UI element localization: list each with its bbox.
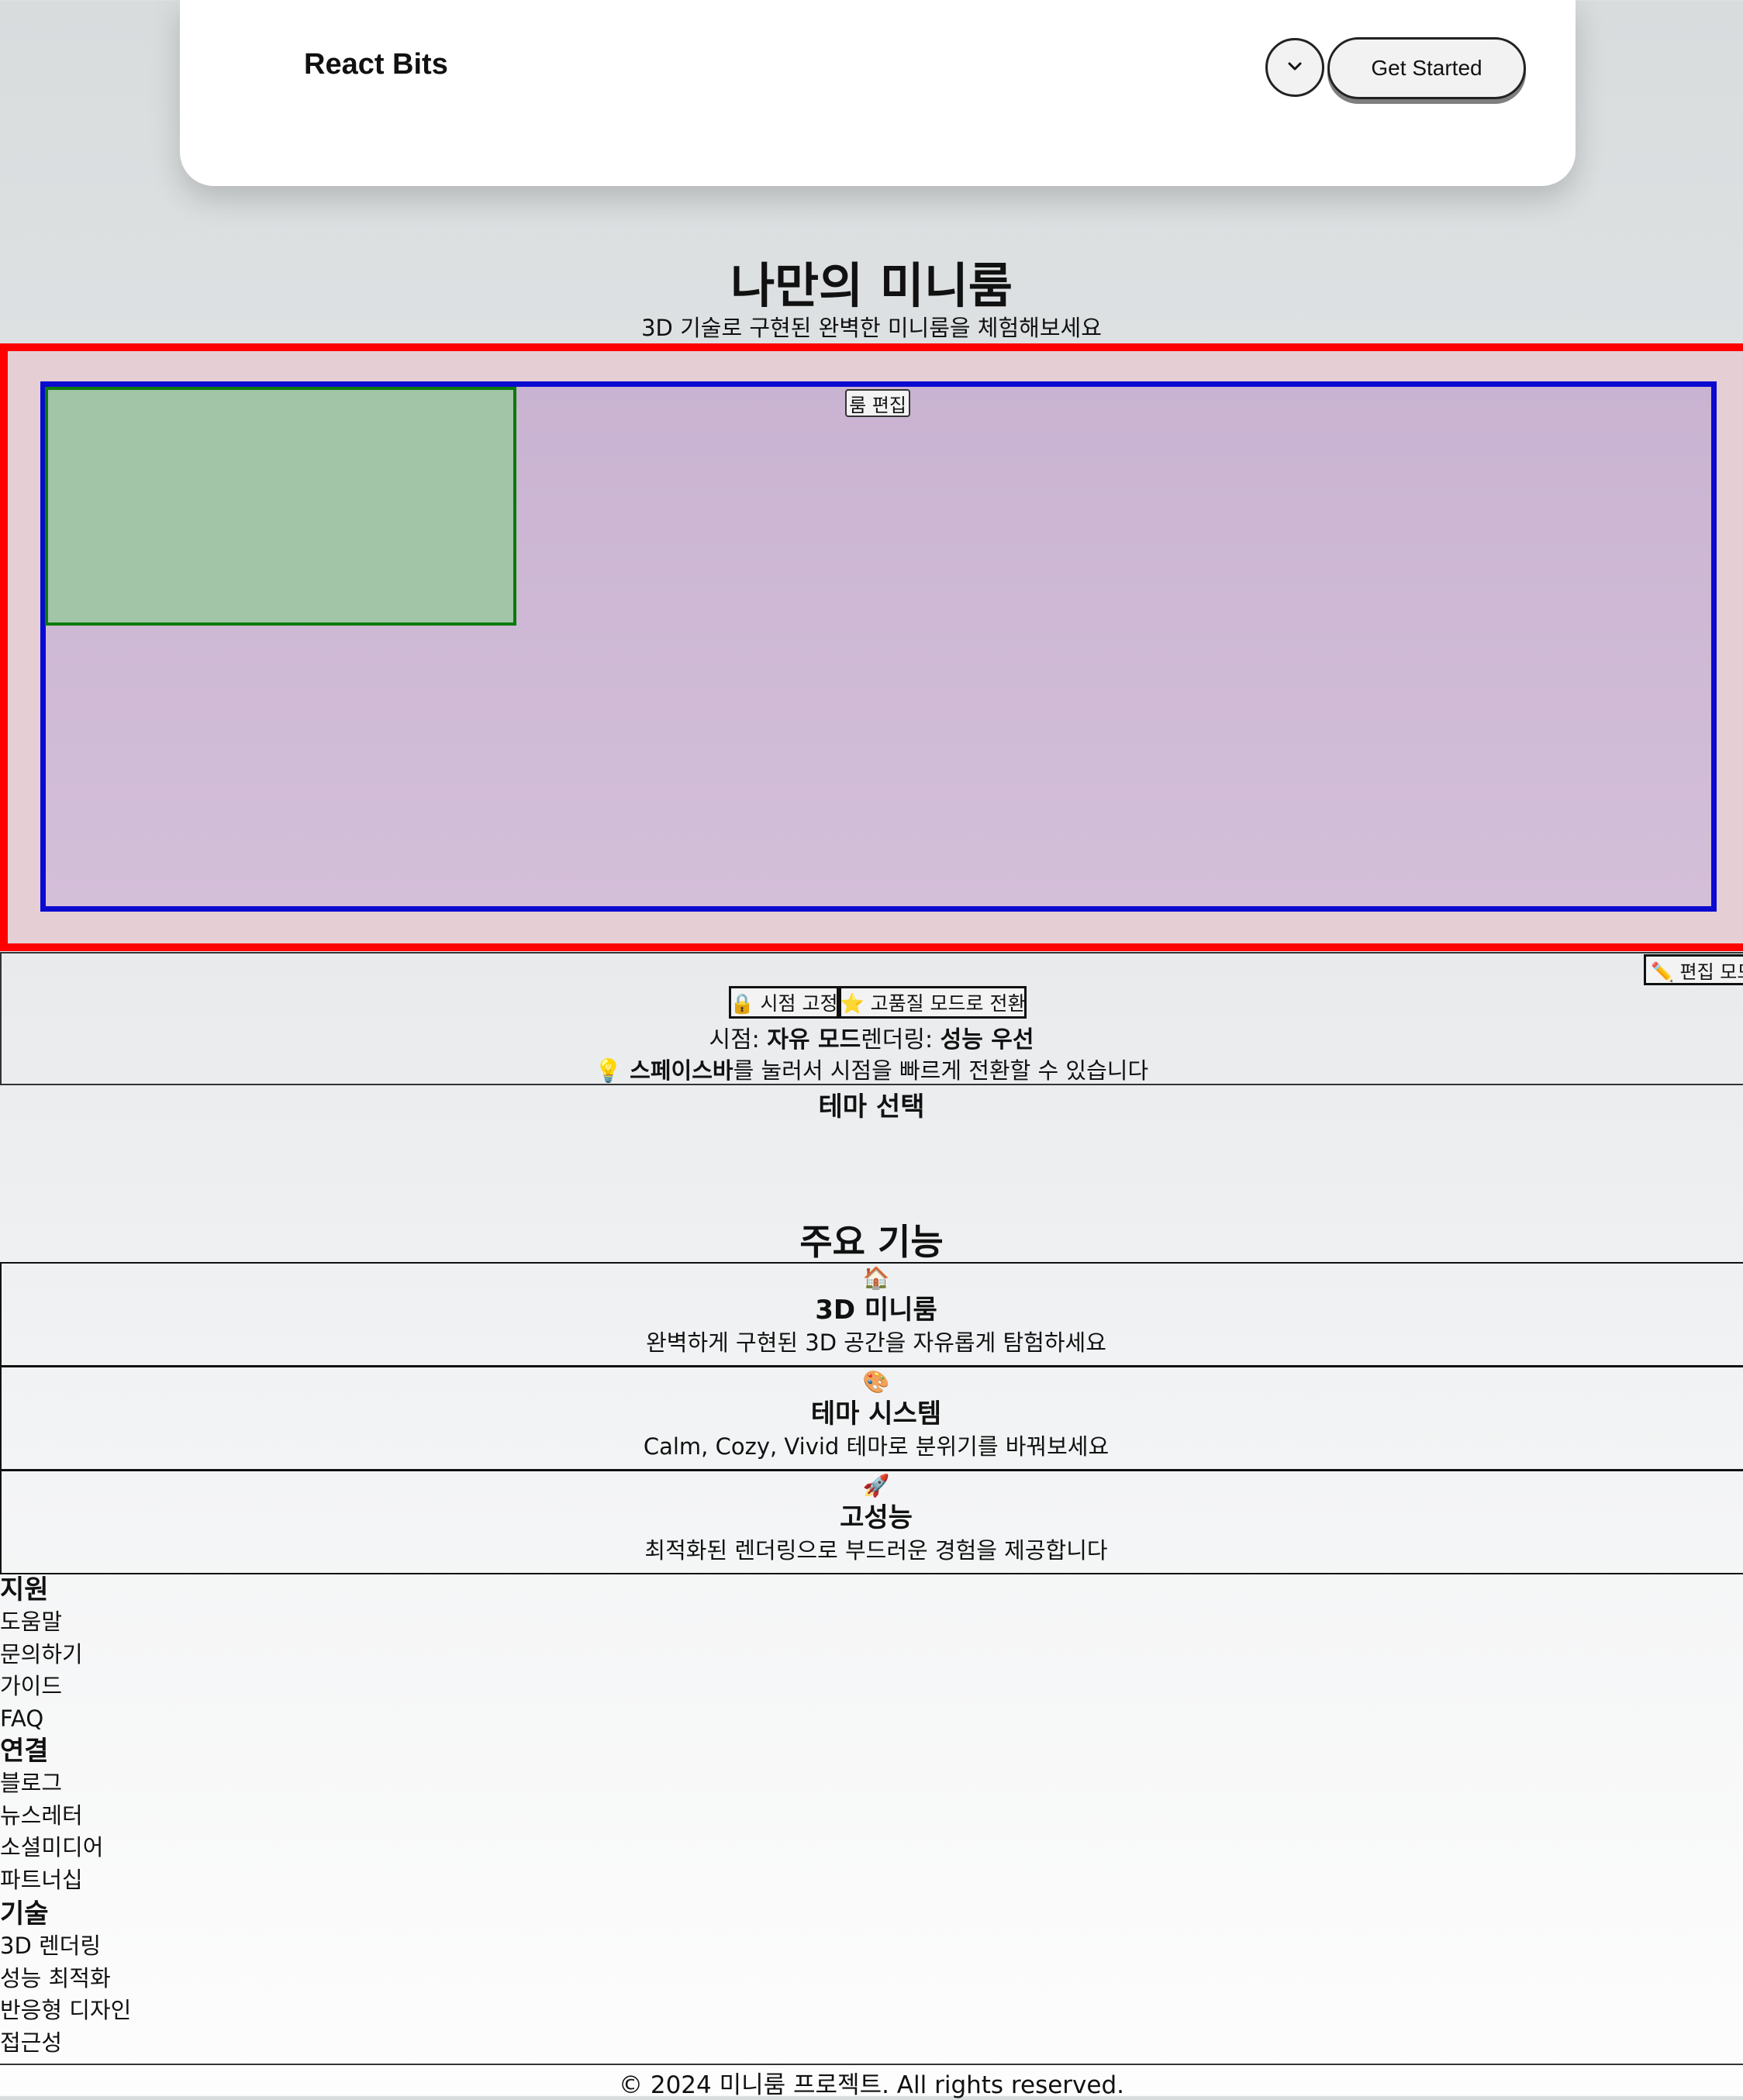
feature-description: Calm, Cozy, Vivid 테마로 분위기를 바꿔보세요 — [643, 1433, 1110, 1460]
footer-column-title: 기술 — [0, 1898, 49, 1929]
footer-link-faq[interactable]: FAQ — [0, 1703, 83, 1736]
footer-link-3d-rendering[interactable]: 3D 렌더링 — [0, 1930, 131, 1963]
tip-key: 스페이스바 — [630, 1057, 733, 1084]
feature-description: 최적화된 렌더링으로 부드러운 경험을 제공합니다 — [644, 1537, 1108, 1564]
footer-link-contact[interactable]: 문의하기 — [0, 1639, 83, 1671]
feature-card-3d-room: 🏠 3D 미니룸 완벽하게 구현된 3D 공간을 자유롭게 탐험하세요 — [0, 1262, 1743, 1367]
theme-section-title: 테마 선택 — [818, 1091, 925, 1122]
footer-link-guide[interactable]: 가이드 — [0, 1671, 83, 1703]
footer-column-support: 지원 도움말 문의하기 가이드 FAQ — [0, 1574, 83, 1735]
lightbulb-icon: 💡 — [594, 1057, 623, 1084]
room-object-box[interactable] — [45, 387, 516, 626]
palette-icon: 🎨 — [862, 1369, 890, 1395]
footer-column-connect: 연결 블로그 뉴스레터 소셜미디어 파트너십 — [0, 1735, 103, 1896]
footer-column-title: 지원 — [0, 1574, 49, 1605]
feature-card-theme-system: 🎨 테마 시스템 Calm, Cozy, Vivid 테마로 분위기를 바꿔보세… — [0, 1366, 1743, 1471]
tip-line: 💡 스페이스바를 눌러서 시점을 빠르게 전환할 수 있습니다 — [0, 1053, 1743, 1085]
view-status-value: 자유 모드 — [767, 1026, 861, 1053]
feature-card-performance: 🚀 고성능 최적화된 렌더링으로 부드러운 경험을 제공합니다 — [0, 1470, 1743, 1574]
footer-link-blog[interactable]: 블로그 — [0, 1767, 103, 1800]
footer-link-newsletter[interactable]: 뉴스레터 — [0, 1800, 103, 1833]
status-line: 시점: 자유 모드렌더링: 성능 우선 — [0, 1020, 1743, 1054]
feature-title: 고성능 — [840, 1502, 913, 1533]
footer-link-performance[interactable]: 성능 최적화 — [0, 1963, 131, 1995]
copyright-text: © 2024 미니룸 프로젝트. All rights reserved. — [619, 2071, 1124, 2099]
feature-description: 완벽하게 구현된 3D 공간을 자유롭게 탐험하세요 — [646, 1329, 1106, 1356]
render-status-label: 렌더링: — [861, 1026, 941, 1053]
footer-column-title: 연결 — [0, 1736, 49, 1767]
footer-link-social[interactable]: 소셜미디어 — [0, 1832, 103, 1864]
rocket-icon: 🚀 — [862, 1473, 890, 1498]
brand-logo-text[interactable]: React Bits — [304, 48, 448, 81]
view-status-label: 시점: — [709, 1026, 768, 1053]
get-started-button[interactable]: Get Started — [1327, 37, 1526, 99]
tip-text: 를 눌러서 시점을 빠르게 전환할 수 있습니다 — [733, 1057, 1149, 1084]
footer-link-partnership[interactable]: 파트너십 — [0, 1864, 103, 1897]
render-status-value: 성능 우선 — [940, 1026, 1034, 1053]
page-title: 나만의 미니룸 — [730, 257, 1013, 314]
chevron-down-icon — [1286, 60, 1303, 75]
page-subtitle: 3D 기술로 구현된 완벽한 미니룸을 체험해보세요 — [641, 315, 1102, 341]
footer-link-responsive[interactable]: 반응형 디자인 — [0, 1995, 131, 2027]
footer-link-help[interactable]: 도움말 — [0, 1606, 83, 1639]
room-edit-button[interactable]: 룸 편집 — [845, 389, 910, 417]
feature-title: 3D 미니룸 — [815, 1295, 937, 1326]
footer-column-tech: 기술 3D 렌더링 성능 최적화 반응형 디자인 접근성 — [0, 1898, 131, 2059]
view-lock-button[interactable]: 🔒 시점 고정 — [729, 986, 839, 1019]
footer-link-accessibility[interactable]: 접근성 — [0, 2027, 131, 2060]
edit-mode-button[interactable]: ✏️ 편집 모드 — [1644, 954, 1743, 985]
menu-toggle-button[interactable] — [1265, 38, 1324, 97]
high-quality-toggle-button[interactable]: ⭐ 고품질 모드로 전환 — [839, 986, 1027, 1019]
feature-title: 테마 시스템 — [810, 1398, 942, 1429]
house-icon: 🏠 — [862, 1265, 890, 1291]
features-title: 주요 기능 — [799, 1221, 944, 1263]
